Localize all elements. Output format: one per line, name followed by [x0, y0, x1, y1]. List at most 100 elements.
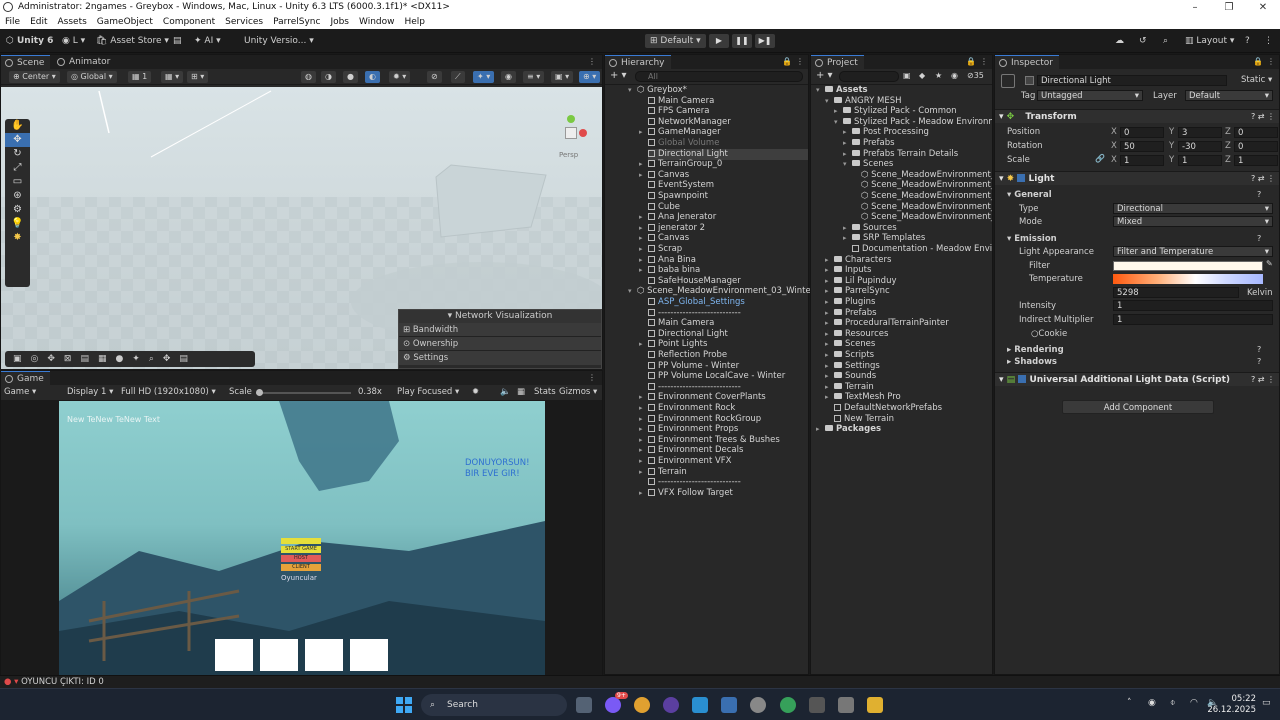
- add-component-button[interactable]: Add Component: [1062, 400, 1214, 414]
- scene-camera-icon[interactable]: ▣ ▾: [551, 71, 574, 83]
- project-item[interactable]: ⬡ Scene_MeadowEnvironment_04_: [861, 202, 992, 213]
- expand-arrow-icon[interactable]: ▸: [639, 414, 643, 425]
- package-icon[interactable]: ▤: [173, 34, 182, 48]
- space-dropdown[interactable]: ◎ Global ▾: [67, 71, 117, 83]
- expand-arrow-icon[interactable]: ▸: [825, 318, 829, 329]
- menu-gameobject[interactable]: GameObject: [92, 15, 158, 29]
- temperature-value[interactable]: 5298: [1113, 287, 1239, 298]
- pivot-dropdown[interactable]: ⊕ Center ▾: [9, 71, 60, 83]
- axis-x-label[interactable]: X: [1111, 140, 1117, 152]
- expand-arrow-icon[interactable]: ▸: [825, 350, 829, 361]
- project-item[interactable]: ▾ Scenes: [843, 159, 893, 170]
- more-icon[interactable]: ⋮: [1264, 34, 1273, 48]
- draw-mode-icon[interactable]: ◍: [301, 71, 316, 83]
- light-header[interactable]: ▾ ✸ Light ? ⇄ ⋮: [995, 171, 1279, 185]
- menu-services[interactable]: Services: [220, 15, 268, 29]
- shadows-help-icon[interactable]: ?: [1257, 357, 1261, 366]
- filter-color-field[interactable]: [1113, 261, 1263, 271]
- hierarchy-item[interactable]: NetworkManager: [648, 117, 808, 128]
- menu-parrelsync[interactable]: ParrelSync: [268, 15, 325, 29]
- constrain-proportions-icon[interactable]: 🔗: [1095, 154, 1105, 163]
- expand-arrow-icon[interactable]: ▸: [825, 297, 829, 308]
- hierarchy-item[interactable]: SafeHouseManager: [648, 276, 808, 287]
- save-search-icon[interactable]: ★: [935, 71, 942, 80]
- tab-inspector[interactable]: Inspector: [995, 55, 1059, 69]
- github-icon[interactable]: [750, 697, 766, 713]
- expand-arrow-icon[interactable]: ▸: [843, 127, 847, 138]
- project-more-icon[interactable]: ⋮: [980, 57, 988, 66]
- expand-arrow-icon[interactable]: ▸: [825, 392, 829, 403]
- stats-button[interactable]: Stats: [534, 387, 556, 397]
- hierarchy-search-input[interactable]: [635, 71, 803, 82]
- project-item[interactable]: ▸ Sounds: [825, 371, 876, 382]
- project-item[interactable]: ▸ Prefabs: [843, 138, 895, 149]
- light-appearance-dropdown[interactable]: Filter and Temperature ▾: [1113, 246, 1273, 257]
- expand-arrow-icon[interactable]: ▸: [843, 223, 847, 234]
- menu-name-field[interactable]: [281, 538, 321, 544]
- store-icon[interactable]: [721, 697, 737, 713]
- general-help-icon[interactable]: ?: [1257, 190, 1261, 199]
- expand-arrow-icon[interactable]: ▸: [639, 392, 643, 403]
- network-vis-ownership[interactable]: ⊙ Ownership: [399, 337, 601, 351]
- project-item[interactable]: ▸ TextMesh Pro: [825, 392, 901, 403]
- expand-arrow-icon[interactable]: ▸: [834, 106, 838, 117]
- project-item[interactable]: ▸ SRP Templates: [843, 233, 925, 244]
- hierarchy-item[interactable]: Main Camera: [648, 318, 808, 329]
- expand-arrow-icon[interactable]: ▸: [825, 308, 829, 319]
- project-item[interactable]: ▸ Terrain: [825, 382, 874, 393]
- scale-y-field[interactable]: 1: [1178, 155, 1222, 166]
- axis-z-label[interactable]: Z: [1225, 154, 1231, 166]
- expand-arrow-icon[interactable]: ▸: [825, 286, 829, 297]
- expand-arrow-icon[interactable]: ▸: [825, 382, 829, 393]
- project-item[interactable]: ⬡ Scene_MeadowEnvironment_02_: [861, 180, 992, 191]
- start-button[interactable]: [396, 697, 412, 713]
- expand-arrow-icon[interactable]: ▸: [639, 159, 643, 170]
- filter-label-icon[interactable]: ◆: [919, 71, 925, 80]
- tab-animator[interactable]: Animator: [53, 55, 116, 69]
- object-name-field[interactable]: Directional Light: [1037, 75, 1227, 86]
- lighting-toggle-icon[interactable]: ●: [343, 71, 358, 83]
- gizmo-toggle-icon[interactable]: ✦ ▾: [473, 71, 495, 83]
- light-mode-dropdown[interactable]: Mixed ▾: [1113, 216, 1273, 227]
- emission-help-icon[interactable]: ?: [1257, 234, 1261, 243]
- hierarchy-item[interactable]: ▸ GameManager: [639, 127, 808, 138]
- account-dropdown[interactable]: ◉ L ▾: [62, 34, 85, 48]
- 2d-toggle-icon[interactable]: ◑: [321, 71, 336, 83]
- project-item[interactable]: DefaultNetworkPrefabs: [834, 403, 942, 414]
- network-vis-settings[interactable]: ⚙ Settings: [399, 351, 601, 365]
- axis-z-label[interactable]: Z: [1225, 140, 1231, 152]
- tag-dropdown[interactable]: Untagged ▾: [1037, 90, 1143, 101]
- display-dropdown[interactable]: Display 1 ▾: [67, 387, 113, 397]
- intensity-field[interactable]: 1: [1113, 300, 1273, 311]
- inspector-more-icon[interactable]: ⋮: [1267, 57, 1275, 66]
- hierarchy-item[interactable]: Reflection Probe: [648, 350, 808, 361]
- scale-slider[interactable]: [256, 389, 351, 396]
- tray-chevron-icon[interactable]: ˄: [1127, 698, 1132, 708]
- expand-arrow-icon[interactable]: ▸: [843, 149, 847, 160]
- hierarchy-item[interactable]: ▸ Canvas: [639, 170, 808, 181]
- hierarchy-item[interactable]: ▸ baba bina: [639, 265, 808, 276]
- expand-arrow-icon[interactable]: ▾: [628, 286, 632, 297]
- project-item[interactable]: ⬡ Scene_MeadowEnvironment_03_: [861, 191, 992, 202]
- chrome-icon[interactable]: [634, 697, 650, 713]
- expand-arrow-icon[interactable]: ▸: [639, 403, 643, 414]
- expand-arrow-icon[interactable]: ▸: [639, 424, 643, 435]
- hierarchy-item[interactable]: Global Volume: [648, 138, 808, 149]
- hotbar-slot-2[interactable]: [260, 639, 298, 671]
- visibility-icon[interactable]: ◉: [501, 71, 516, 83]
- hierarchy-item[interactable]: ▸ Environment Trees & Bushes: [639, 435, 808, 446]
- expand-arrow-icon[interactable]: ▸: [639, 445, 643, 456]
- expand-arrow-icon[interactable]: ▸: [639, 212, 643, 223]
- play-button[interactable]: ▶: [709, 34, 729, 48]
- client-button[interactable]: CLIENT: [281, 564, 321, 571]
- transform-menu-icon[interactable]: ? ⇄ ⋮: [1251, 110, 1275, 124]
- hotbar-slot-3[interactable]: [305, 639, 343, 671]
- shading-icon[interactable]: ◐: [365, 71, 380, 83]
- project-search-input[interactable]: [839, 71, 899, 82]
- light-enabled-checkbox[interactable]: [1017, 174, 1026, 182]
- menu-assets[interactable]: Assets: [53, 15, 92, 29]
- mute-icon[interactable]: 🔈: [500, 387, 511, 397]
- microphone-icon[interactable]: ⌽: [1170, 698, 1175, 708]
- snap-toggle[interactable]: ⊞ ▾: [187, 71, 209, 83]
- expand-arrow-icon[interactable]: ▸: [639, 127, 643, 138]
